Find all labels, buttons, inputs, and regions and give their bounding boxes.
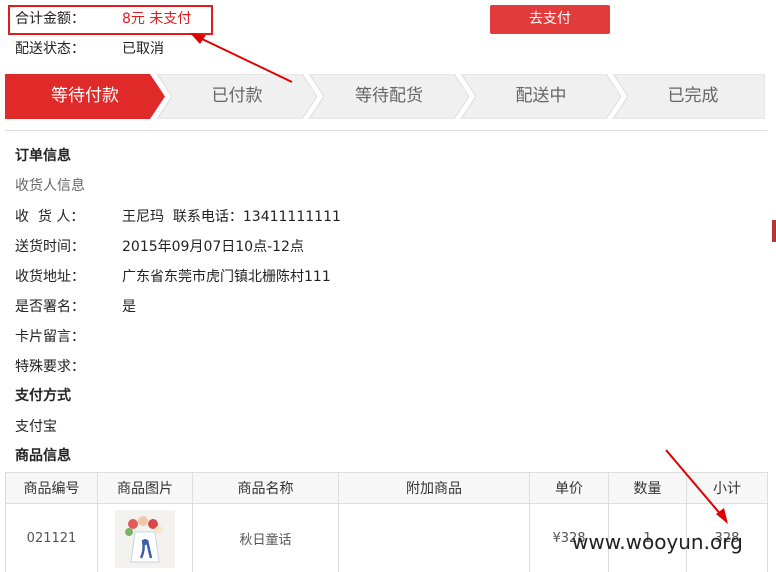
arrow-subtotal-line <box>665 449 723 517</box>
annotation-arrows <box>190 33 728 524</box>
watermark-text: www.wooyun.org <box>572 530 743 554</box>
arrow-total-head <box>190 33 206 44</box>
arrow-total-line <box>199 37 293 83</box>
